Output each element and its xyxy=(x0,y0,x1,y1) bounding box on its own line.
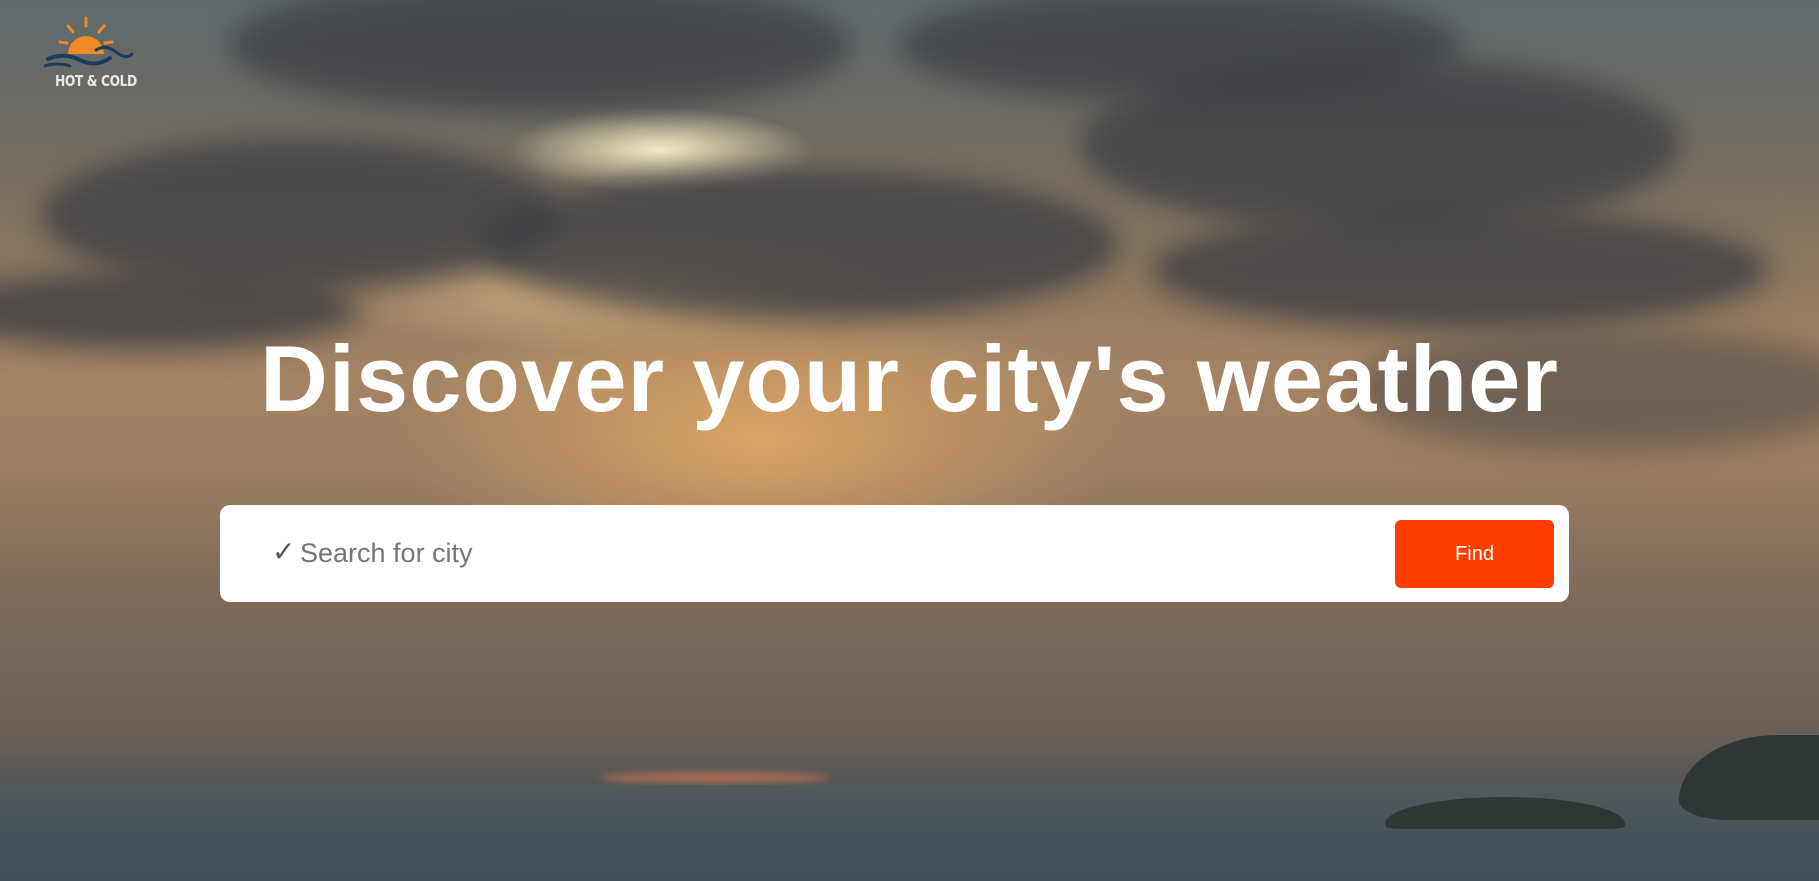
find-button[interactable]: Find xyxy=(1395,520,1554,588)
cloud-shape xyxy=(1150,210,1770,330)
city-search-input[interactable] xyxy=(300,527,1200,579)
logo-text: HOT & COLD xyxy=(55,72,137,90)
cloud-shape xyxy=(230,0,850,110)
check-icon: ✓ xyxy=(272,536,296,567)
cloud-shape xyxy=(1080,60,1680,230)
cloud-shape xyxy=(40,140,560,290)
hero-headline: Discover your city's weather xyxy=(259,326,1560,431)
hero-page: HOT & COLD Discover your city's weather … xyxy=(0,0,1819,881)
cloud-shape xyxy=(480,170,1120,320)
sun-reflection xyxy=(600,773,830,783)
city-search-form: ✓ Find xyxy=(220,505,1569,602)
island-large xyxy=(1679,735,1819,820)
